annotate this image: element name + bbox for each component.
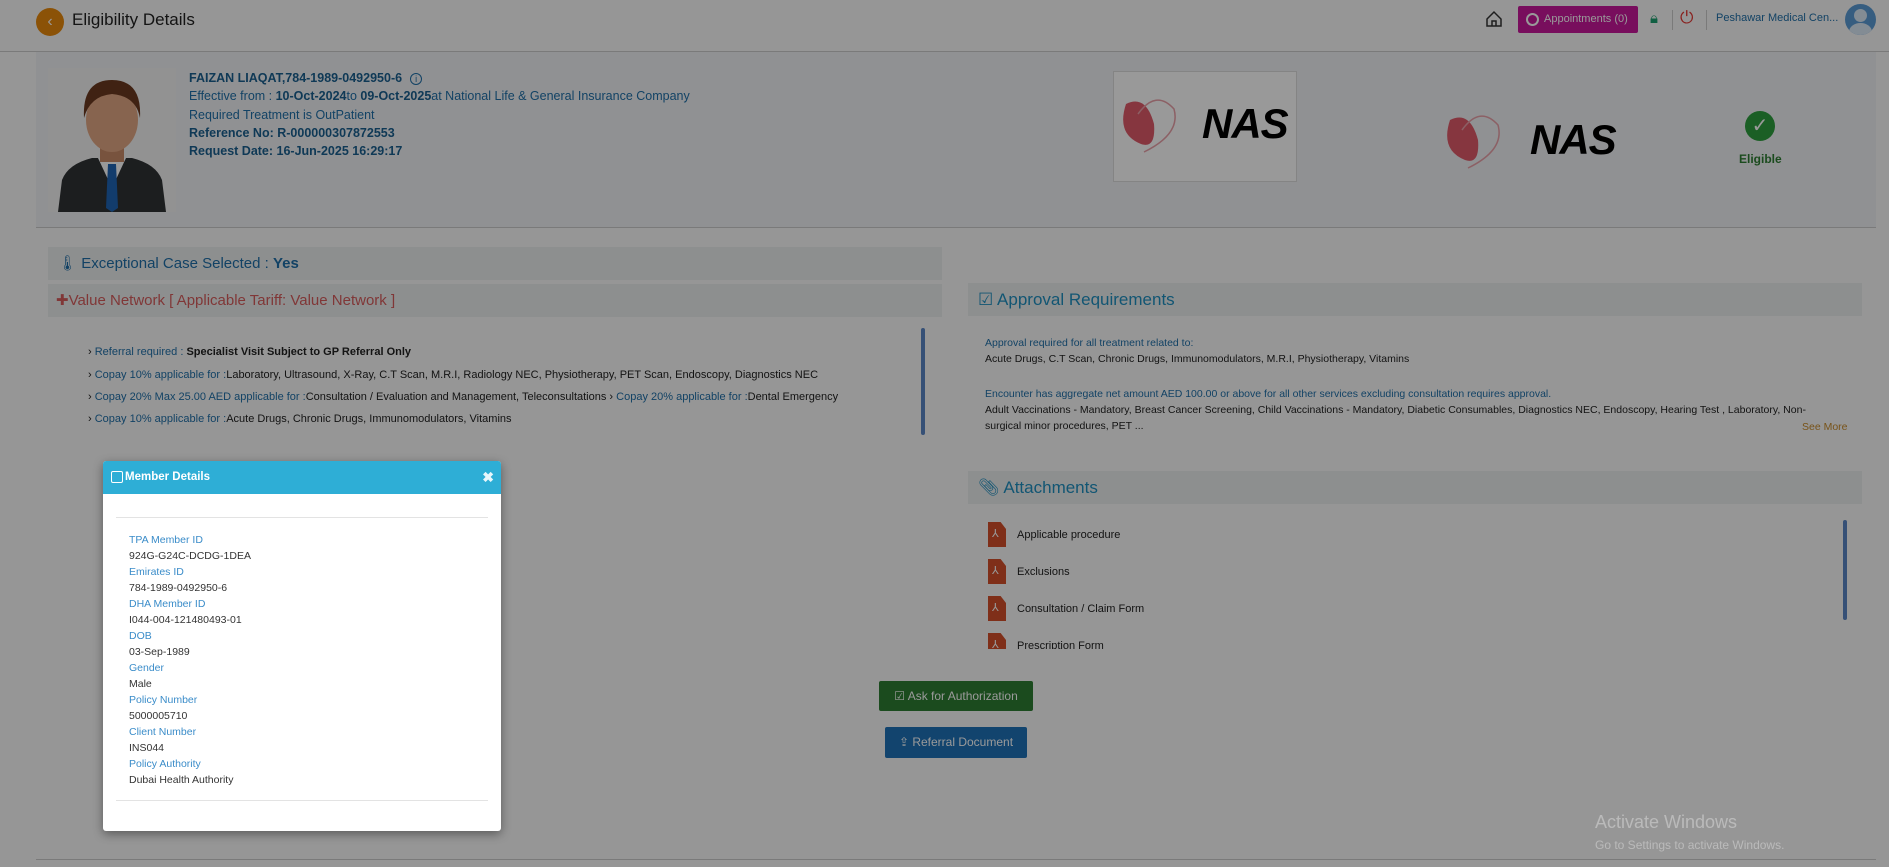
- field-label: Policy Number: [129, 694, 198, 706]
- field-label: Policy Authority: [129, 758, 201, 770]
- field-label: TPA Member ID: [129, 534, 203, 546]
- member-details-modal: Member Details ✖ TPA Member ID 924G-G24C…: [103, 461, 501, 831]
- field-label: Client Number: [129, 726, 197, 738]
- field-value: I044-004-121480493-01: [129, 614, 242, 626]
- field-label: DHA Member ID: [129, 598, 206, 610]
- field-value: 924G-G24C-DCDG-1DEA: [129, 550, 251, 562]
- member-fields: TPA Member ID 924G-G24C-DCDG-1DEA Emirat…: [129, 532, 251, 788]
- field-label: Gender: [129, 662, 165, 674]
- divider: [116, 517, 488, 518]
- divider: [116, 800, 488, 801]
- field-value: 5000005710: [129, 710, 188, 722]
- field-label: Emirates ID: [129, 566, 184, 578]
- field-label: DOB: [129, 630, 152, 642]
- activate-windows-watermark: Activate Windows: [1595, 812, 1738, 832]
- activate-windows-subtext: Go to Settings to activate Windows.: [1595, 838, 1785, 852]
- modal-header: Member Details ✖: [103, 461, 501, 494]
- field-value: 784-1989-0492950-6: [129, 582, 228, 594]
- close-icon[interactable]: ✖: [482, 461, 494, 494]
- field-value: 03-Sep-1989: [129, 646, 190, 658]
- edit-icon: [111, 471, 123, 483]
- field-value: Male: [129, 678, 152, 690]
- field-value: Dubai Health Authority: [129, 774, 234, 786]
- modal-title: Member Details: [125, 471, 211, 483]
- field-value: INS044: [129, 742, 165, 754]
